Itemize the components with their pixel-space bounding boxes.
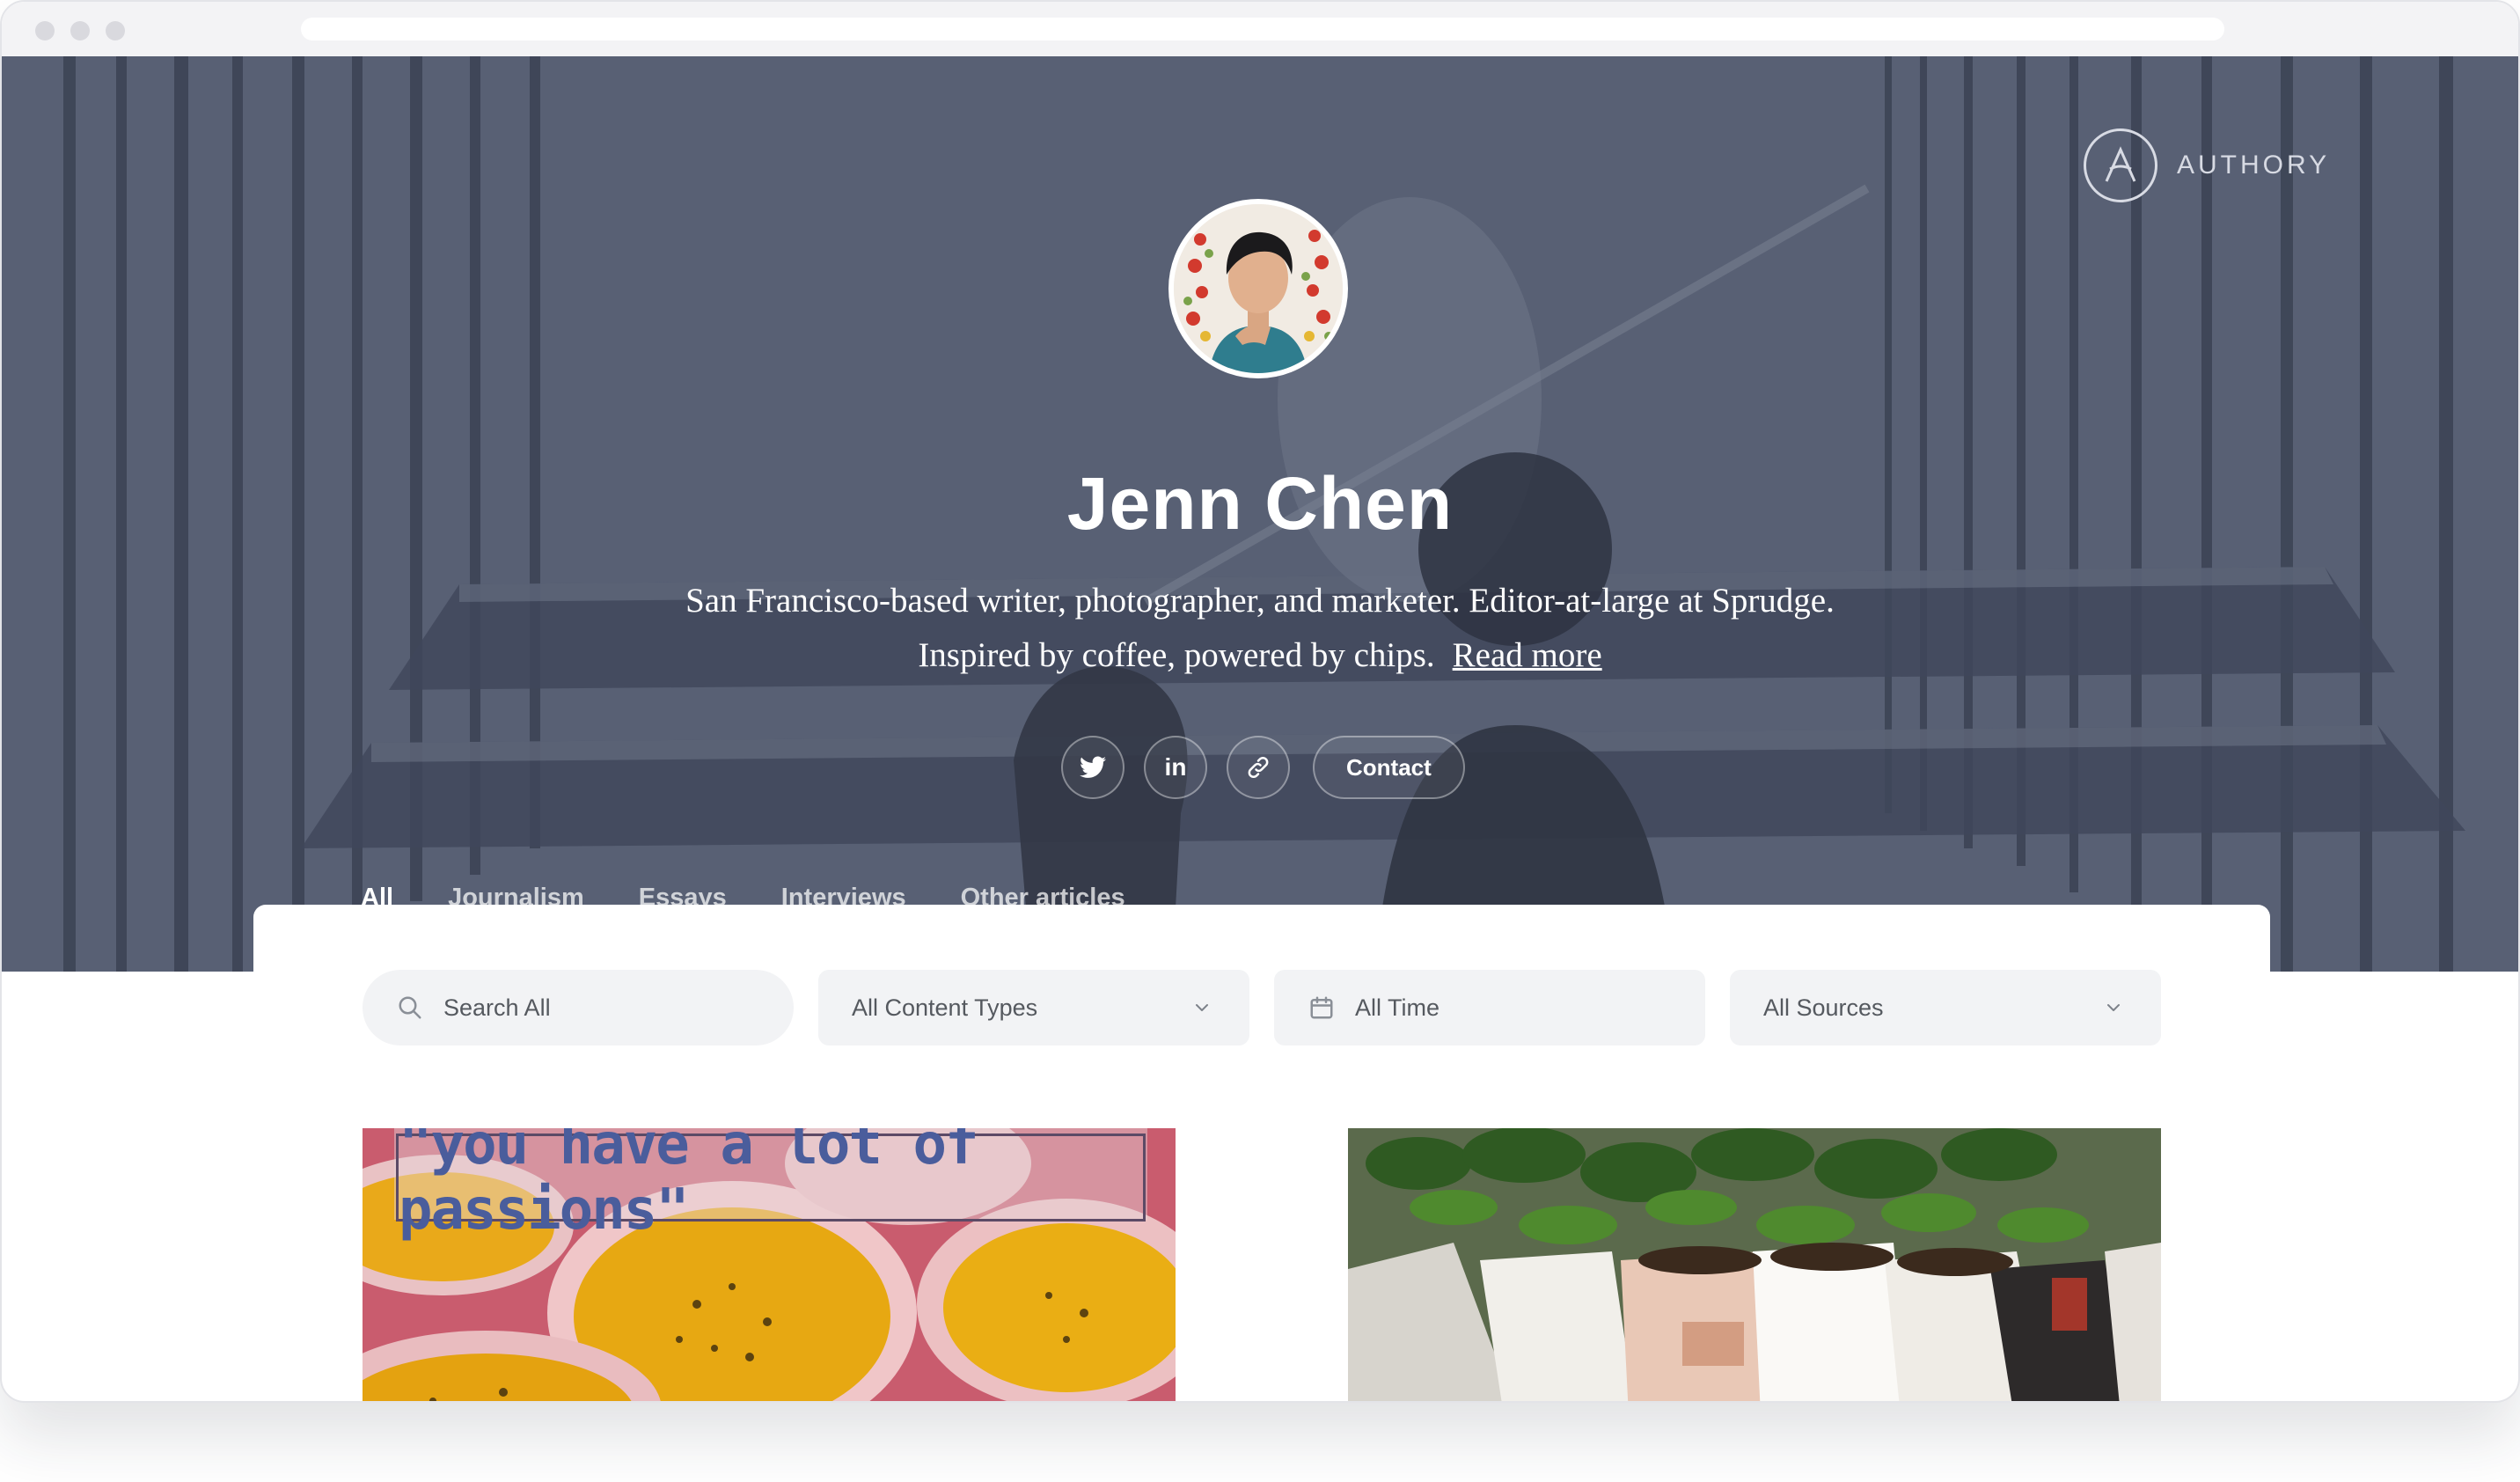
linkedin-button[interactable]: in — [1144, 736, 1207, 799]
chevron-down-icon — [2099, 994, 2128, 1022]
profile-bio: San Francisco-based writer, photographer… — [2, 574, 2518, 683]
chevron-down-icon — [1188, 994, 1216, 1022]
articles-panel: Search All All Content Types All Time Al… — [253, 905, 2270, 1401]
address-bar[interactable] — [301, 18, 2224, 40]
thumbnail-caption: "you have a lot of passions" — [399, 1128, 979, 1243]
article-card-passion-fruit[interactable]: "you have a lot of passions" — [363, 1128, 1176, 1401]
linkedin-icon: in — [1164, 753, 1187, 781]
window-close-dot[interactable] — [35, 21, 55, 40]
content-type-select[interactable]: All Content Types — [818, 970, 1249, 1045]
search-placeholder: Search All — [443, 994, 551, 1021]
search-input[interactable]: Search All — [363, 970, 794, 1045]
article-thumbnail-coffee-plants — [1348, 1128, 2161, 1401]
window-minimize-dot[interactable] — [70, 21, 90, 40]
authory-brand[interactable]: AUTHORY — [2084, 127, 2330, 204]
bio-line-2-text: Inspired by coffee, powered by chips. — [918, 636, 1435, 674]
thumbnail-caption-box: "you have a lot of passions" — [396, 1128, 1146, 1243]
bio-line-1: San Francisco-based writer, photographer… — [685, 582, 1835, 620]
read-more-link[interactable]: Read more — [1453, 636, 1602, 674]
sources-value: All Sources — [1763, 994, 1884, 1021]
window-maximize-dot[interactable] — [106, 21, 125, 40]
link-icon — [1248, 756, 1269, 779]
bio-line-2: Inspired by coffee, powered by chips. Rea… — [2, 628, 2518, 683]
profile-name: Jenn Chen — [1066, 462, 1454, 545]
time-range-select[interactable]: All Time — [1274, 970, 1705, 1045]
contact-button[interactable]: Contact — [1313, 736, 1465, 799]
search-icon — [396, 994, 424, 1022]
website-link-button[interactable] — [1227, 736, 1290, 799]
article-card-coffee-plants[interactable] — [1348, 1128, 2161, 1401]
filter-bar: Search All All Content Types All Time Al… — [363, 970, 2161, 1045]
twitter-icon — [1080, 756, 1106, 778]
browser-window: AUTHORY Jenn Chen San Francisco-based wr… — [0, 0, 2520, 1403]
time-range-value: All Time — [1355, 994, 1440, 1021]
calendar-icon — [1308, 994, 1336, 1022]
profile-avatar — [1168, 199, 1348, 378]
twitter-button[interactable] — [1061, 736, 1124, 799]
social-links: in Contact — [1061, 736, 1465, 799]
authory-logo-icon — [2084, 128, 2157, 202]
browser-titlebar — [2, 2, 2518, 56]
sources-select[interactable]: All Sources — [1730, 970, 2161, 1045]
brand-name: AUTHORY — [2177, 150, 2331, 180]
content-type-value: All Content Types — [852, 994, 1038, 1021]
profile-hero: AUTHORY Jenn Chen San Francisco-based wr… — [2, 56, 2518, 972]
